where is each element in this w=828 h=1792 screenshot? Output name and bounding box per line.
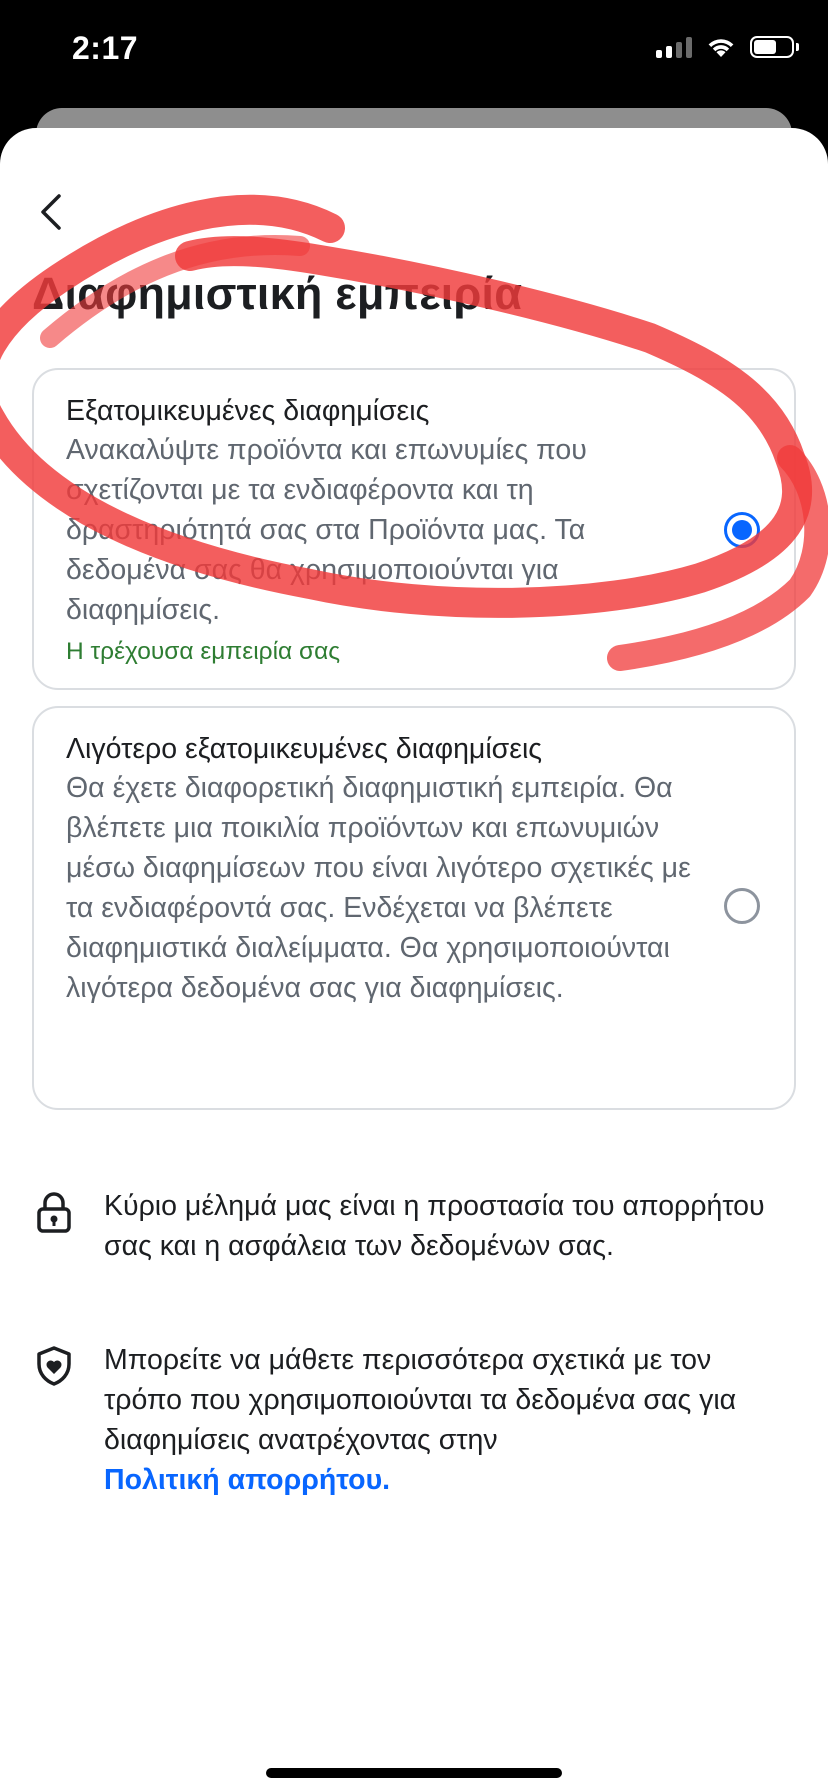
lock-icon [37,1192,71,1233]
current-experience-label: Η τρέχουσα εμπειρία σας [66,638,341,665]
option-less-personalized-ads[interactable]: Λιγότερο εξατομικευμένες διαφημίσεις Θα … [32,706,796,1110]
option-description: Ανακαλύψτε προϊόντα και επωνυμίες που σχ… [66,434,587,626]
data-usage-info-text: Μπορείτε να μάθετε περισσότερα σχετικά μ… [104,1340,796,1500]
privacy-policy-link[interactable]: Πολιτική απορρήτου. [104,1464,390,1496]
status-bar: 2:17 [0,0,828,100]
option-title: Λιγότερο εξατομικευμένες διαφημίσεις [66,733,543,765]
page-title: Διαφημιστική εμπειρία [32,268,523,319]
status-icons [656,36,799,58]
option-title: Εξατομικευμένες διαφημίσεις [66,395,430,427]
back-button[interactable] [30,188,70,236]
shield-heart-icon [37,1346,71,1386]
data-usage-text: Μπορείτε να μάθετε περισσότερα σχετικά μ… [104,1344,737,1456]
wifi-icon [708,39,734,57]
status-time: 2:17 [72,30,139,66]
radio-personalized-ads[interactable] [724,512,760,548]
option-description: Θα έχετε διαφορετική διαφημιστική εμπειρ… [66,772,691,1004]
home-indicator [266,1768,562,1778]
privacy-info-text: Κύριο μέλημά μας είναι η προστασία του α… [104,1190,765,1262]
chevron-left-icon [41,194,61,230]
option-personalized-ads[interactable]: Εξατομικευμένες διαφημίσεις Ανακαλύψτε π… [32,368,796,690]
cellular-signal-icon [656,36,692,58]
ad-experience-sheet: Διαφημιστική εμπειρία Εξατομικευμένες δι… [0,128,828,1792]
battery-icon [750,36,799,58]
radio-less-personalized-ads[interactable] [724,888,760,924]
